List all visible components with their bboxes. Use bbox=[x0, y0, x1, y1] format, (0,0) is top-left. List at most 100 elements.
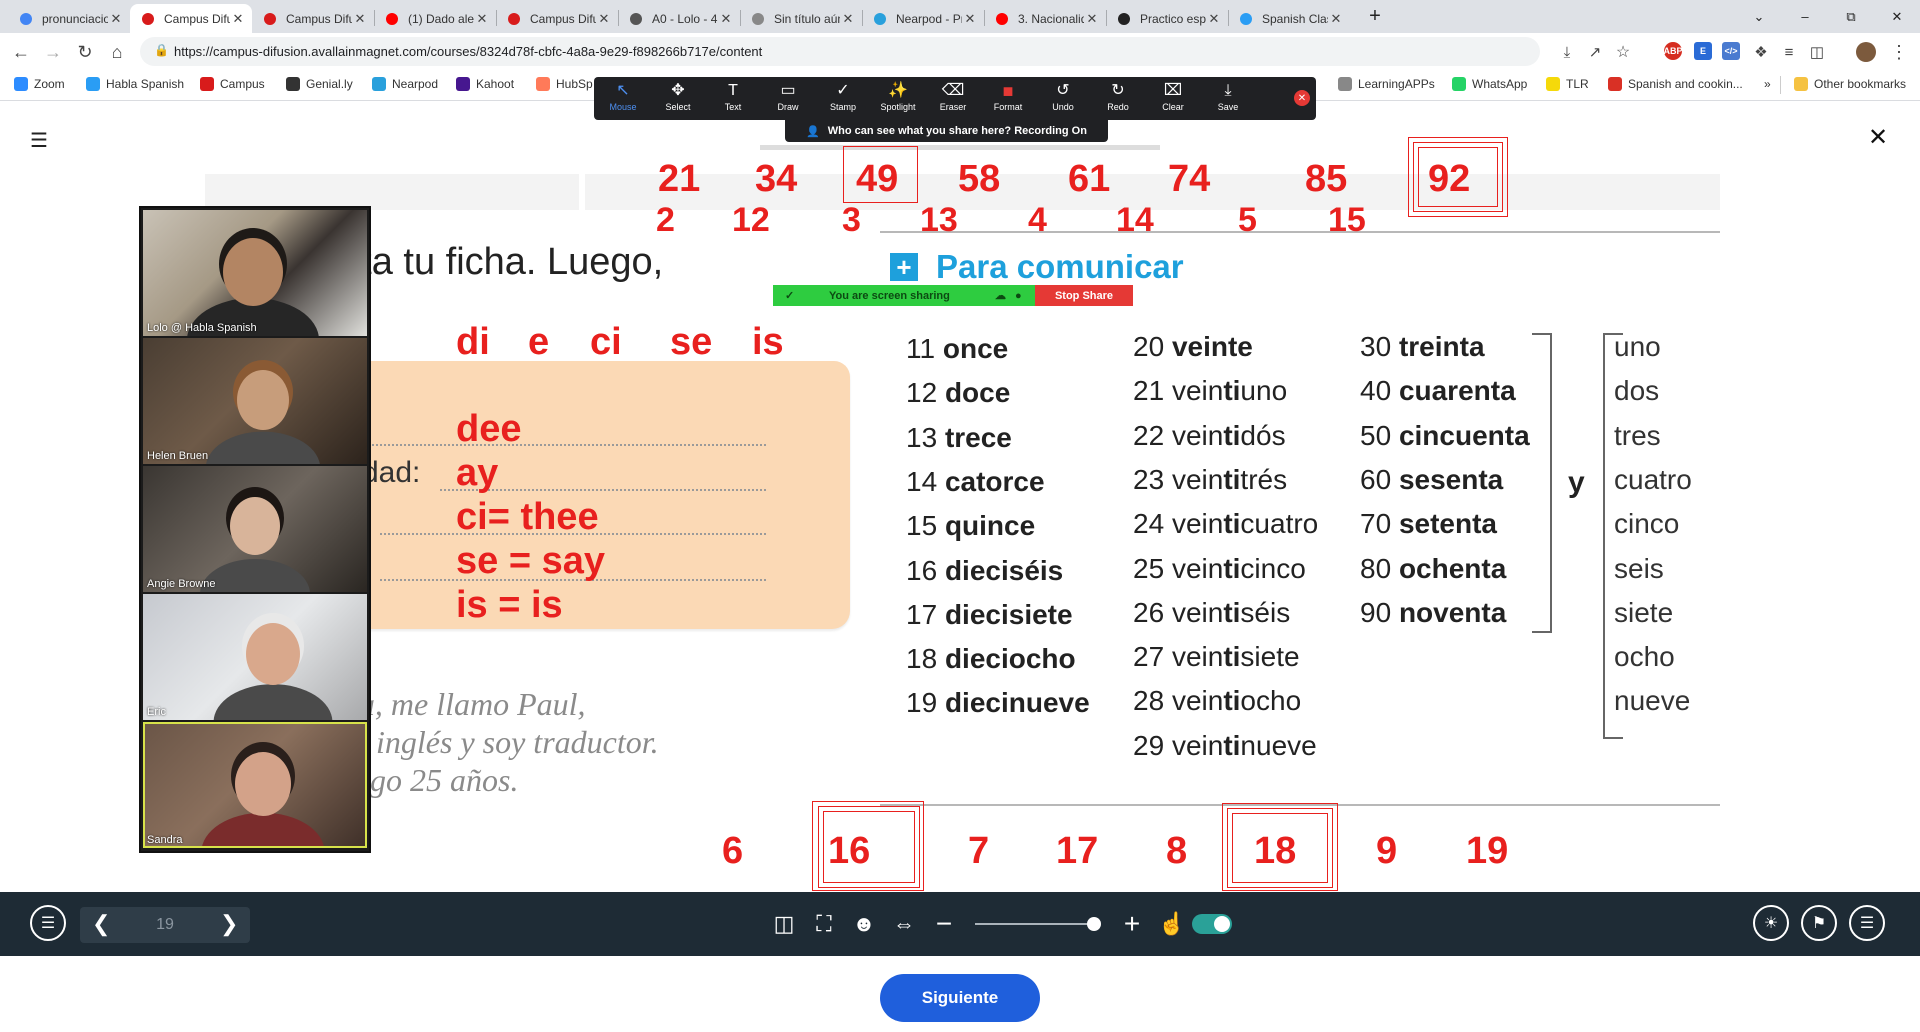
close-tab-icon[interactable]: ✕ bbox=[840, 11, 856, 27]
annotation-text: 6 bbox=[722, 830, 744, 872]
bookmark-item[interactable]: Other bookmarks bbox=[1794, 77, 1906, 91]
touch-toggle[interactable] bbox=[1192, 914, 1232, 934]
accessibility-icon[interactable]: ☻ bbox=[850, 905, 878, 943]
previous-page-icon[interactable]: ❮ bbox=[92, 911, 110, 937]
tab-search-icon[interactable]: ⌄ bbox=[1736, 0, 1782, 33]
zoom-tool-text[interactable]: T Text bbox=[706, 80, 760, 120]
zoom-tool-spotlight[interactable]: ✨ Spotlight bbox=[871, 80, 925, 120]
adblock-icon[interactable]: ABP bbox=[1664, 42, 1683, 60]
participant-video[interactable]: Helen Bruen bbox=[143, 338, 367, 464]
zoom-tool-save[interactable]: ⤓ Save bbox=[1201, 80, 1255, 120]
zoom-tool-undo[interactable]: ↺ Undo bbox=[1036, 80, 1090, 120]
participant-video[interactable]: Angie Browne bbox=[143, 466, 367, 592]
notes-icon[interactable]: ☰ bbox=[1849, 905, 1885, 941]
participant-video[interactable]: Sandra bbox=[143, 722, 367, 848]
browser-tab[interactable]: Practico españo✕ bbox=[1106, 4, 1228, 33]
back-icon[interactable]: ← bbox=[10, 41, 32, 63]
forward-icon[interactable]: → bbox=[42, 41, 64, 63]
bookmark-item[interactable]: TLR bbox=[1546, 77, 1589, 91]
zoom-slider-knob[interactable] bbox=[1087, 917, 1101, 931]
bookmark-item[interactable]: Kahoot bbox=[456, 77, 514, 91]
participant-video[interactable]: Eric bbox=[143, 594, 367, 720]
text-size-icon[interactable]: ⇔ bbox=[890, 905, 918, 943]
zoom-toolbar-close-icon[interactable]: ✕ bbox=[1294, 90, 1310, 106]
extension-icon[interactable]: E bbox=[1694, 42, 1712, 60]
zoom-tool-stamp[interactable]: ✓ Stamp bbox=[816, 80, 870, 120]
star-icon[interactable]: ☆ bbox=[1612, 41, 1634, 63]
browser-tab[interactable]: Spanish Class N✕ bbox=[1228, 4, 1350, 33]
puzzle-icon[interactable]: ❖ bbox=[1750, 41, 1772, 63]
pin-icon[interactable]: ✓ bbox=[785, 289, 794, 302]
sidepanel-icon[interactable]: ◫ bbox=[1806, 41, 1828, 63]
browser-tab[interactable]: Campus Difusió✕ bbox=[130, 4, 252, 33]
bookmark-item[interactable]: HubSp bbox=[536, 77, 593, 91]
annotation-box bbox=[1418, 147, 1498, 207]
browser-tab[interactable]: Campus Difusió✕ bbox=[252, 4, 374, 33]
restore-icon[interactable]: ⧉ bbox=[1828, 0, 1874, 33]
bookmark-item[interactable]: Spanish and cookin... bbox=[1608, 77, 1743, 91]
close-icon[interactable]: ✕ bbox=[1868, 123, 1888, 152]
browser-tab[interactable]: A0 - Lolo - 4 D/✕ bbox=[618, 4, 740, 33]
close-tab-icon[interactable]: ✕ bbox=[718, 11, 734, 27]
window-close-icon[interactable]: ✕ bbox=[1874, 0, 1920, 33]
zoom-tool-eraser[interactable]: ⌫ Eraser bbox=[926, 80, 980, 120]
zoom-tool-mouse[interactable]: ↖ Mouse bbox=[596, 80, 650, 120]
new-tab-icon[interactable]: + bbox=[1352, 0, 1398, 33]
bookmark-item[interactable]: WhatsApp bbox=[1452, 77, 1527, 91]
profile-avatar[interactable] bbox=[1856, 42, 1876, 62]
bookmark-item[interactable]: Zoom bbox=[14, 77, 65, 91]
close-tab-icon[interactable]: ✕ bbox=[230, 11, 246, 27]
zoom-tool-draw[interactable]: ▭ Draw bbox=[761, 80, 815, 120]
stop-share-button[interactable]: Stop Share bbox=[1035, 285, 1133, 306]
close-tab-icon[interactable]: ✕ bbox=[352, 11, 368, 27]
close-tab-icon[interactable]: ✕ bbox=[1084, 11, 1100, 27]
close-tab-icon[interactable]: ✕ bbox=[474, 11, 490, 27]
bookmark-item[interactable]: Habla Spanish bbox=[86, 77, 184, 91]
double-page-icon[interactable]: ◫ bbox=[770, 905, 798, 943]
participant-video[interactable]: Lolo @ Habla Spanish bbox=[143, 210, 367, 336]
close-tab-icon[interactable]: ✕ bbox=[108, 11, 124, 27]
bookmark-icon[interactable]: ⚑ bbox=[1801, 905, 1837, 941]
browser-tab[interactable]: (1) Dado aleato✕ bbox=[374, 4, 496, 33]
share-icon[interactable]: ↗ bbox=[1584, 41, 1606, 63]
bookmark-item[interactable]: Nearpod bbox=[372, 77, 438, 91]
minimize-icon[interactable]: – bbox=[1782, 0, 1828, 33]
lightbulb-icon[interactable]: ☀ bbox=[1753, 905, 1789, 941]
close-tab-icon[interactable]: ✕ bbox=[1328, 11, 1344, 27]
fullscreen-icon[interactable]: ⛶ bbox=[810, 905, 838, 943]
tab-title: 3. Nacionalidad bbox=[1018, 11, 1084, 26]
zoom-in-icon[interactable]: + bbox=[1118, 905, 1146, 943]
install-icon[interactable]: ⤓ bbox=[1556, 41, 1578, 63]
close-tab-icon[interactable]: ✕ bbox=[962, 11, 978, 27]
reload-icon[interactable]: ↻ bbox=[74, 41, 96, 63]
touch-icon[interactable]: ☝ bbox=[1158, 905, 1186, 943]
zoom-tool-format[interactable]: ■ Format bbox=[981, 80, 1035, 120]
page-number-input[interactable]: 19 bbox=[150, 916, 180, 934]
bookmark-item[interactable]: LearningAPPs bbox=[1338, 77, 1435, 91]
zoom-out-icon[interactable]: − bbox=[930, 905, 958, 943]
browser-tab[interactable]: Nearpod - Profe✕ bbox=[862, 4, 984, 33]
menu-kebab-icon[interactable]: ⋮ bbox=[1888, 41, 1910, 63]
browser-tab[interactable]: pronunciacion e✕ bbox=[8, 4, 130, 33]
browser-tab[interactable]: 3. Nacionalidad✕ bbox=[984, 4, 1106, 33]
zoom-tool-redo[interactable]: ↻ Redo bbox=[1091, 80, 1145, 120]
close-tab-icon[interactable]: ✕ bbox=[1206, 11, 1222, 27]
address-bar[interactable]: 🔒 https://campus-difusion.avallainmagnet… bbox=[140, 37, 1540, 66]
next-page-icon[interactable]: ❯ bbox=[220, 911, 238, 937]
bookmark-item[interactable]: Genial.ly bbox=[286, 77, 353, 91]
next-button[interactable]: Siguiente bbox=[880, 974, 1040, 1022]
extension-icon[interactable]: </> bbox=[1722, 42, 1740, 60]
browser-tab[interactable]: Campus Difusió✕ bbox=[496, 4, 618, 33]
number-word-part: ocho bbox=[1240, 685, 1302, 717]
browser-tab[interactable]: Sin título aún ✕ bbox=[740, 4, 862, 33]
bookmark-item[interactable]: » bbox=[1764, 77, 1771, 91]
zoom-tool-clear[interactable]: ⌧ Clear bbox=[1146, 80, 1200, 120]
home-icon[interactable]: ⌂ bbox=[106, 41, 128, 63]
list-icon[interactable]: ☰ bbox=[30, 905, 66, 941]
zoom-tool-select[interactable]: ✥ Select bbox=[651, 80, 705, 120]
zoom-slider[interactable] bbox=[975, 917, 1101, 931]
bookmark-item[interactable]: Campus bbox=[200, 77, 265, 91]
reading-list-icon[interactable]: ≡ bbox=[1778, 41, 1800, 63]
menu-icon[interactable]: ☰ bbox=[30, 128, 48, 153]
close-tab-icon[interactable]: ✕ bbox=[596, 11, 612, 27]
